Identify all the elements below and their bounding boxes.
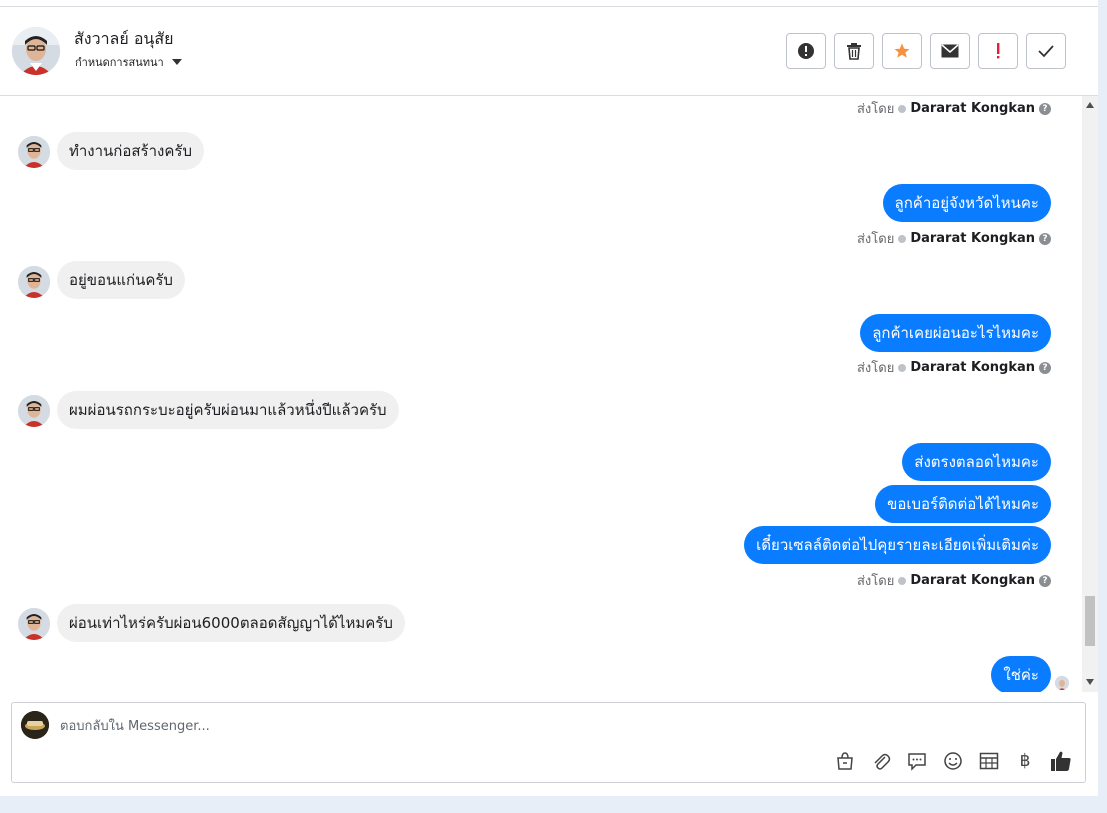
contact-name: สังวาลย์ อนุสัย [74,29,174,48]
check-icon [1038,45,1054,58]
assign-conversation-dropdown[interactable]: กำหนดการสนทนา [75,53,182,71]
page-icon [898,104,907,113]
saved-replies-icon [837,752,853,770]
outgoing-message[interactable]: ขอเบอร์ติดต่อได้ไหมคะ [875,485,1051,523]
sent-by-label: ส่งโดย [856,232,895,247]
customer-avatar[interactable] [18,266,50,298]
scroll-up-arrow-icon[interactable] [1086,102,1094,108]
page-icon [898,363,907,372]
appointment-icon [979,752,999,770]
page-icon [898,234,907,243]
caret-down-icon [171,59,182,65]
help-icon[interactable]: ? [1039,361,1051,374]
agent-name[interactable]: Dararat Kongkan [910,360,1035,375]
outgoing-message[interactable]: ลูกค้าอยู่จังหวัดไหนคะ [882,184,1051,222]
customer-avatar[interactable] [18,608,50,640]
follow-up-button[interactable] [978,33,1018,69]
like-icon [1051,751,1071,771]
conversation-actions [786,33,1066,69]
page-background-bottom [0,796,1107,813]
customer-avatar[interactable] [18,395,50,427]
star-button[interactable] [882,33,922,69]
outgoing-message[interactable]: ใช่ค่ะ [991,656,1051,692]
customer-avatar[interactable] [18,136,50,168]
mark-done-button[interactable] [1026,33,1066,69]
payment-baht-icon: ฿ [1019,751,1031,771]
contact-avatar[interactable] [12,27,60,75]
top-strip [0,0,1098,7]
conversation-header: สังวาลย์ อนุสัย กำหนดการสนทนา [0,7,1098,96]
incoming-message[interactable]: อยู่ขอนแก่นครับ [57,261,185,299]
payment-button[interactable]: ฿ [1013,749,1037,773]
delete-button[interactable] [834,33,874,69]
envelope-icon [941,44,959,58]
sent-by-label: ส่งโดย [856,102,895,117]
attachment-button[interactable] [869,749,893,773]
page-icon [898,576,907,585]
outgoing-message[interactable]: ลูกค้าเคยผ่อนอะไรไหมคะ [860,314,1051,352]
appointment-button[interactable] [977,749,1001,773]
agent-name[interactable]: Dararat Kongkan [910,231,1035,246]
spam-button[interactable] [786,33,826,69]
mark-unread-button[interactable] [930,33,970,69]
scrollbar-thumb[interactable] [1085,596,1095,646]
message-template-icon [908,753,926,771]
sent-by-row: ส่งโดย Dararat Kongkan ? [857,570,1051,591]
thread-scrollbar[interactable] [1082,96,1098,692]
message-template-button[interactable] [905,749,929,773]
outgoing-message[interactable]: เดี๋ยวเซลล์ติดต่อไปคุยรายละเอียดเพิ่มเติ… [744,526,1051,564]
help-icon[interactable]: ? [1039,574,1051,587]
incoming-message[interactable]: ทำงานก่อสร้างครับ [57,132,204,170]
composer-toolbar: ฿ [833,749,1073,773]
help-icon[interactable]: ? [1039,102,1051,115]
reply-input[interactable] [60,715,660,737]
sent-by-label: ส่งโดย [856,361,895,376]
alert-circle-icon [798,43,814,59]
scroll-down-arrow-icon[interactable] [1086,679,1094,685]
agent-name[interactable]: Dararat Kongkan [910,101,1035,116]
incoming-message[interactable]: ผมผ่อนรถกระบะอยู่ครับผ่อนมาแล้วหนึ่งปีแล… [57,391,399,429]
outgoing-message[interactable]: ส่งตรงตลอดไหมคะ [902,443,1051,481]
page-avatar [21,711,49,739]
exclamation-icon [997,43,1000,59]
saved-replies-button[interactable] [833,749,857,773]
incoming-message[interactable]: ผ่อนเท่าไหร่ครับผ่อน6000ตลอดสัญญาได้ไหมค… [57,604,405,642]
sent-by-row: ส่งโดย Dararat Kongkan ? [857,357,1051,378]
attachment-icon [874,753,891,770]
emoji-button[interactable] [941,749,965,773]
star-icon [894,43,910,58]
page-background-right [1098,0,1107,813]
assign-label: กำหนดการสนทนา [75,56,164,69]
read-receipt-avatar [1055,676,1069,690]
trash-icon [847,43,861,60]
reply-composer: ฿ [11,702,1086,783]
emoji-icon [944,752,962,770]
like-button[interactable] [1049,749,1073,773]
agent-name[interactable]: Dararat Kongkan [910,573,1035,588]
sent-by-row: ส่งโดย Dararat Kongkan ? [857,228,1051,249]
sent-by-row: ส่งโดย Dararat Kongkan ? [857,98,1051,119]
help-icon[interactable]: ? [1039,232,1051,245]
sent-by-label: ส่งโดย [856,574,895,589]
message-thread[interactable]: ส่งโดย Dararat Kongkan ? ทำงานก่อสร้างคร… [0,96,1082,692]
